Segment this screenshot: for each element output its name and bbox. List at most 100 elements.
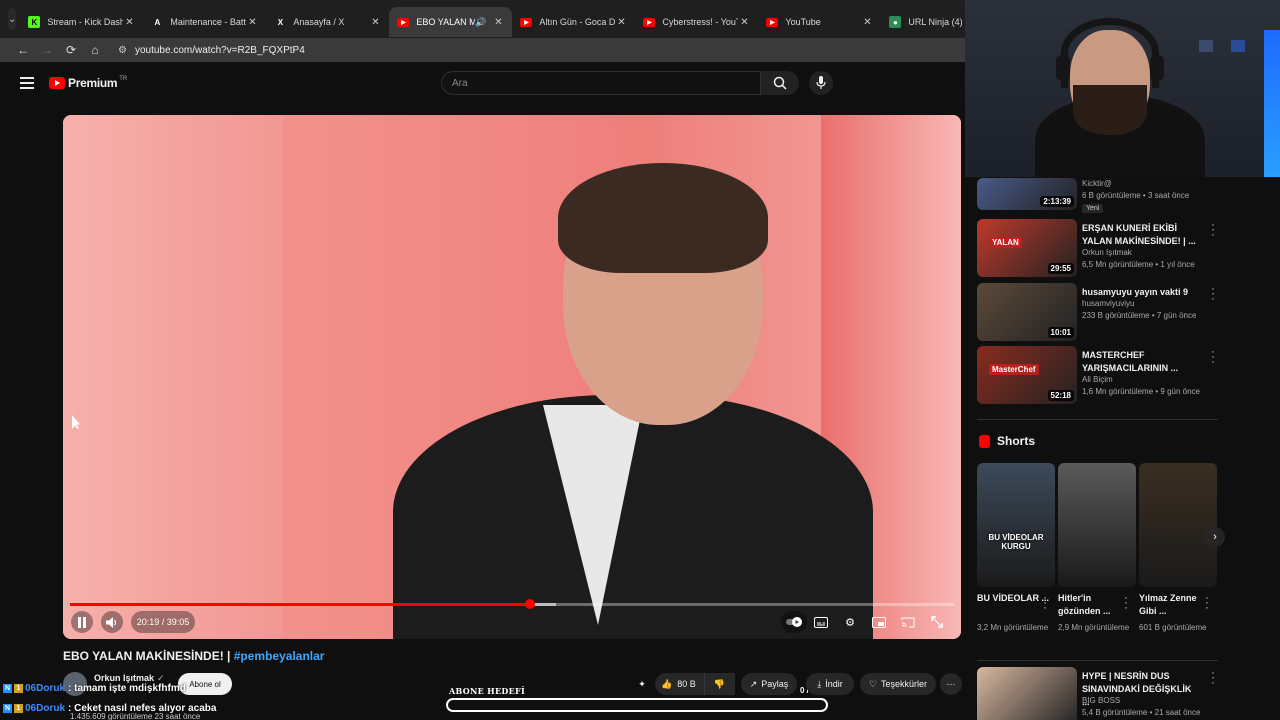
tab-title: Maintenance - Battle: [170, 17, 247, 27]
chat-username: 06Doruk: [25, 683, 66, 694]
tabs-container: KStream - Kick Dashbo✕AMaintenance - Bat…: [20, 1, 1004, 37]
url-text[interactable]: youtube.com/watch?v=R2B_FQXPtP4: [135, 45, 305, 56]
settings-gear-icon[interactable]: ⚙: [842, 614, 858, 630]
thumbs-down-icon: 👎: [713, 678, 726, 689]
browser-tab[interactable]: ▶ Altın Gün - Goca Dün✕: [512, 7, 635, 37]
thanks-button[interactable]: ♡ Teşekkürler: [860, 673, 936, 695]
recommended-meta: 5,4 B görüntüleme • 21 saat önce: [1082, 708, 1201, 717]
shorts-next-button[interactable]: ›: [1205, 527, 1225, 547]
dislike-button[interactable]: 👎: [704, 673, 734, 695]
video-thumbnail[interactable]: MasterChef 52:18: [977, 346, 1077, 404]
youtube-icon: ▶: [766, 17, 779, 27]
search-button[interactable]: [761, 71, 799, 95]
subscriber-goal-bar: [446, 698, 828, 712]
recommended-meta: 6,5 Mn görüntüleme • 1 yıl önce: [1082, 260, 1195, 269]
browser-tab[interactable]: ▶ Cyberstress! - YouTu ✕: [635, 7, 758, 37]
video-thumbnail[interactable]: 2:13:39: [977, 178, 1077, 210]
close-tab-icon[interactable]: ✕: [615, 17, 627, 28]
search-input[interactable]: Ara: [441, 71, 761, 95]
recommended-video-title[interactable]: husamyuyu yayın vakti 9: [1082, 286, 1200, 299]
shorts-heading: Shorts: [997, 434, 1036, 448]
url-field[interactable]: ⚙ youtube.com/watch?v=R2B_FQXPtP4: [118, 45, 305, 56]
volume-button[interactable]: [101, 611, 123, 633]
short-title[interactable]: Yılmaz Zenne Gibi ...: [1139, 592, 1211, 618]
tab-search-icon[interactable]: ⌄: [8, 8, 17, 30]
more-vertical-icon[interactable]: · · ·: [1122, 593, 1130, 614]
scrubber-handle[interactable]: [524, 599, 535, 609]
site-settings-icon[interactable]: ⚙: [118, 45, 127, 56]
browser-tab[interactable]: X Anasayfa / X ✕: [266, 7, 389, 37]
cast-icon[interactable]: [900, 614, 916, 630]
short-thumbnail[interactable]: BU VİDEOLAR KURGU: [977, 463, 1055, 587]
browser-tab[interactable]: ▶ EBO YALAN MAKİ🔊 ✕: [389, 7, 513, 37]
video-duration: 29:55: [1047, 263, 1074, 274]
short-views: 3,2 Mn görüntüleme: [977, 623, 1049, 632]
chat-badge-icon: N: [3, 684, 12, 693]
video-thumbnail[interactable]: 10:01: [977, 283, 1077, 341]
share-button[interactable]: ↗ Paylaş: [741, 673, 797, 695]
recommended-channel[interactable]: husamviyuviyu: [1082, 299, 1134, 308]
youtube-logo[interactable]: Premium TR: [49, 76, 127, 90]
channel-name-text[interactable]: Orkun Işıtmak: [94, 673, 154, 683]
recommended-video-title[interactable]: MASTERCHEF YARIŞMACILARININ ...: [1082, 349, 1200, 375]
recommended-channel[interactable]: BIG BOSS: [1082, 696, 1120, 705]
chat-message: N 1 06Doruk : tamam işte mdişkfhfmd: [3, 683, 186, 694]
autoplay-toggle[interactable]: [781, 611, 807, 633]
chat-text: : Ceket nasıl nefes alıyor acaba: [68, 703, 217, 714]
divider: [977, 419, 1218, 420]
recommended-video[interactable]: HYPE | NESRİN DUS SINAVINDAKİ DEĞİŞKLİK …: [977, 667, 1217, 720]
subscribe-button[interactable]: Abone ol: [178, 673, 232, 695]
browser-tab[interactable]: A Maintenance - Battle ✕: [143, 7, 266, 37]
audio-playing-icon[interactable]: 🔊: [475, 17, 486, 28]
voice-search-button[interactable]: [809, 71, 833, 95]
close-tab-icon[interactable]: ✕: [861, 17, 873, 28]
short-thumbnail[interactable]: [1058, 463, 1136, 587]
sparkle-button[interactable]: ✦: [632, 673, 652, 695]
kick-icon: K: [28, 16, 41, 28]
recommended-video[interactable]: YALAN 29:55 ERŞAN KUNERİ EKİBİ YALAN MAKİN…: [977, 219, 1217, 279]
subtitles-icon[interactable]: [813, 614, 829, 630]
recommended-channel[interactable]: Ali Biçim: [1082, 375, 1113, 384]
more-vertical-icon[interactable]: · · ·: [1209, 668, 1217, 689]
progress-bar[interactable]: [70, 599, 954, 609]
back-arrow-icon[interactable]: ←: [12, 43, 34, 57]
more-vertical-icon[interactable]: · · ·: [1203, 593, 1211, 614]
close-tab-icon[interactable]: ✕: [369, 17, 381, 28]
menu-icon[interactable]: [20, 77, 34, 89]
more-vertical-icon[interactable]: · · ·: [1209, 284, 1217, 305]
pause-button[interactable]: [71, 611, 93, 633]
more-vertical-icon[interactable]: · · ·: [1041, 593, 1049, 614]
recommended-video[interactable]: MasterChef 52:18 MASTERCHEF YARIŞMACILARIN…: [977, 346, 1217, 406]
download-button[interactable]: ⤓ İndir: [806, 673, 854, 695]
forward-arrow-icon[interactable]: →: [36, 43, 58, 57]
close-tab-icon[interactable]: ✕: [246, 17, 258, 28]
recommended-channel[interactable]: Kicktir@: [1082, 179, 1112, 188]
recommended-video[interactable]: 10:01 husamyuyu yayın vakti 9 husamviyuviy…: [977, 283, 1217, 343]
video-thumbnail[interactable]: YALAN 29:55: [977, 219, 1077, 277]
video-thumbnail[interactable]: [977, 667, 1077, 720]
video-player[interactable]: 20:19 / 39:05 ⚙: [63, 115, 961, 639]
more-actions-button[interactable]: ⋯: [940, 673, 962, 695]
miniplayer-icon[interactable]: [871, 614, 887, 630]
short-title[interactable]: BU VİDEOLAR ...: [977, 592, 1049, 605]
chat-badge-icon: N: [3, 704, 12, 713]
browser-tab[interactable]: ▶ YouTube ✕: [758, 7, 881, 37]
home-icon[interactable]: ⌂: [84, 43, 106, 57]
reload-icon[interactable]: ⟳: [60, 43, 82, 57]
recommended-video-title[interactable]: ERŞAN KUNERİ EKİBİ YALAN MAKİNESİNDE! | …: [1082, 222, 1200, 248]
like-count: 80 B: [677, 679, 696, 689]
more-vertical-icon[interactable]: · · ·: [1209, 347, 1217, 368]
short-title[interactable]: Hitler'in gözünden ...: [1058, 592, 1130, 618]
webcam-overlay: [965, 0, 1280, 177]
fullscreen-icon[interactable]: [929, 614, 945, 630]
close-tab-icon[interactable]: ✕: [492, 17, 504, 28]
short-thumbnail[interactable]: [1139, 463, 1217, 587]
video-hashtag-link[interactable]: #pembeyalanlar: [234, 649, 325, 663]
chat-message: N 1 06Doruk : Ceket nasıl nefes alıyor a…: [3, 703, 216, 714]
close-tab-icon[interactable]: ✕: [123, 17, 135, 28]
browser-tab[interactable]: K Stream - Kick Dashbo✕: [20, 7, 143, 37]
close-tab-icon[interactable]: ✕: [738, 17, 750, 28]
recommended-channel[interactable]: Orkun Işıtmak: [1082, 248, 1132, 257]
youtube-icon: ▶: [643, 17, 656, 27]
more-vertical-icon[interactable]: · · ·: [1209, 220, 1217, 241]
